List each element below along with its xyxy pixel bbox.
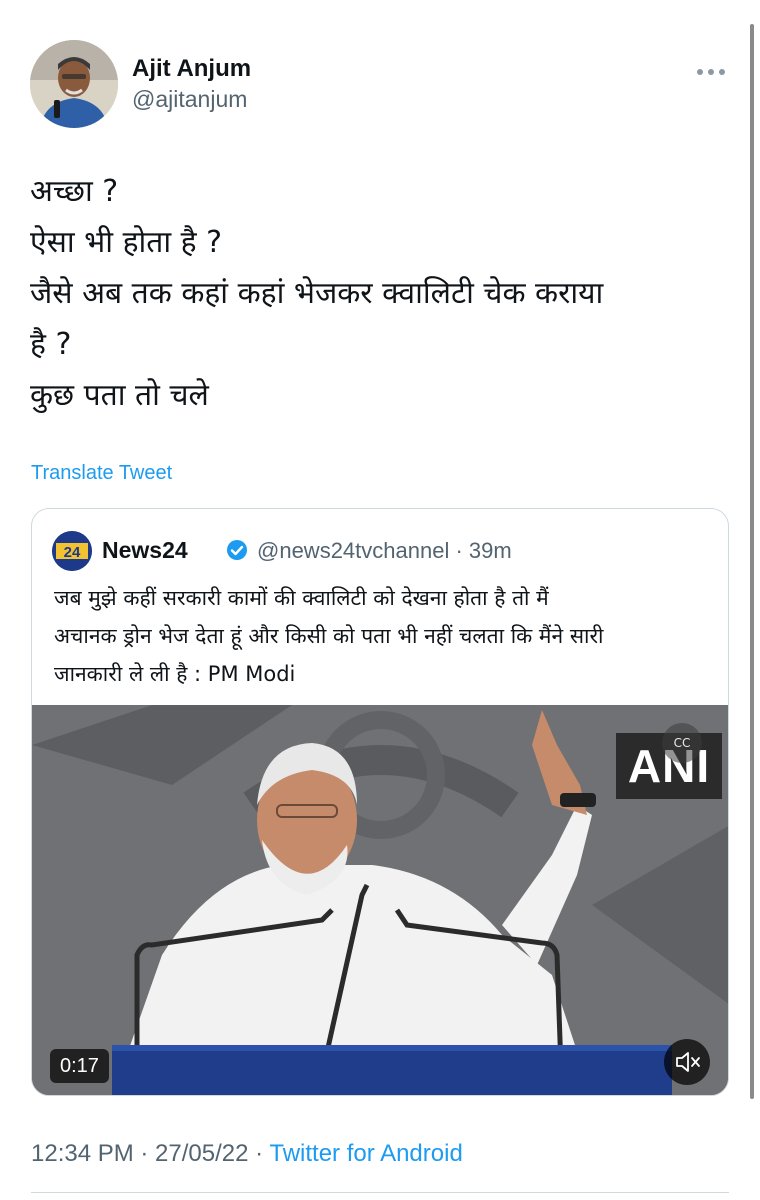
mute-icon[interactable] [664, 1039, 710, 1085]
news24-logo[interactable]: 24 [52, 531, 92, 571]
translate-tweet-link[interactable]: Translate Tweet [31, 462, 172, 485]
quoted-tweet-card[interactable]: 24 News24 @news24tvchannel · 39m जब मुझे… [31, 508, 729, 1096]
divider [31, 1192, 729, 1193]
quoted-text-line: जब मुझे कहीं सरकारी कामों की क्वालिटी को… [54, 586, 549, 610]
author-handle[interactable]: @ajitanjum [132, 84, 251, 114]
tweet-footer: 12:34 PM · 27/05/22 · Twitter for Androi… [31, 1140, 463, 1168]
avatar-photo [30, 40, 118, 128]
closed-captions-icon[interactable]: CC [662, 723, 702, 763]
more-horizontal-icon[interactable] [696, 58, 726, 83]
quoted-tweet-text: जब मुझे कहीं सरकारी कामों की क्वालिटी को… [54, 579, 714, 693]
tweet-source-link[interactable]: Twitter for Android [269, 1140, 462, 1167]
quoted-handle[interactable]: @news24tvchannel [257, 538, 449, 563]
tweet-text-line: अच्छा ? [30, 174, 119, 209]
video-duration: 0:17 [50, 1049, 109, 1083]
quoted-text-line: अचानक ड्रोन भेज देता हूं और किसी को पता … [54, 624, 604, 648]
quoted-time[interactable]: · 39m [455, 538, 511, 563]
tweet-text-line: ऐसा भी होता है ? [30, 225, 223, 260]
tweet-timestamp[interactable]: 12:34 PM · 27/05/22 · [31, 1140, 263, 1167]
video-player[interactable]: ANI CC 0:17 [32, 705, 728, 1095]
quoted-text-line: जानकारी ले ली है : PM Modi [54, 662, 296, 686]
tweet-text-line: है ? [30, 327, 72, 362]
quoted-tweet-header: 24 News24 @news24tvchannel · 39m [52, 529, 712, 571]
avatar[interactable] [30, 40, 118, 128]
scrollbar[interactable] [750, 24, 754, 1099]
verified-badge-icon [226, 539, 248, 561]
author-display-name[interactable]: Ajit Anjum [132, 54, 251, 84]
news24-logo-text: 24 [64, 544, 81, 561]
tweet-header: Ajit Anjum @ajitanjum [30, 40, 730, 130]
tweet-text: अच्छा ? ऐसा भी होता है ? जैसे अब तक कहां… [30, 166, 730, 421]
tweet-text-line: कुछ पता तो चले [30, 378, 209, 413]
quoted-meta: @news24tvchannel · 39m [257, 538, 512, 564]
tweet-text-line: जैसे अब तक कहां कहां भेजकर क्वालिटी चेक … [30, 276, 604, 311]
quoted-display-name[interactable]: News24 [102, 537, 188, 564]
